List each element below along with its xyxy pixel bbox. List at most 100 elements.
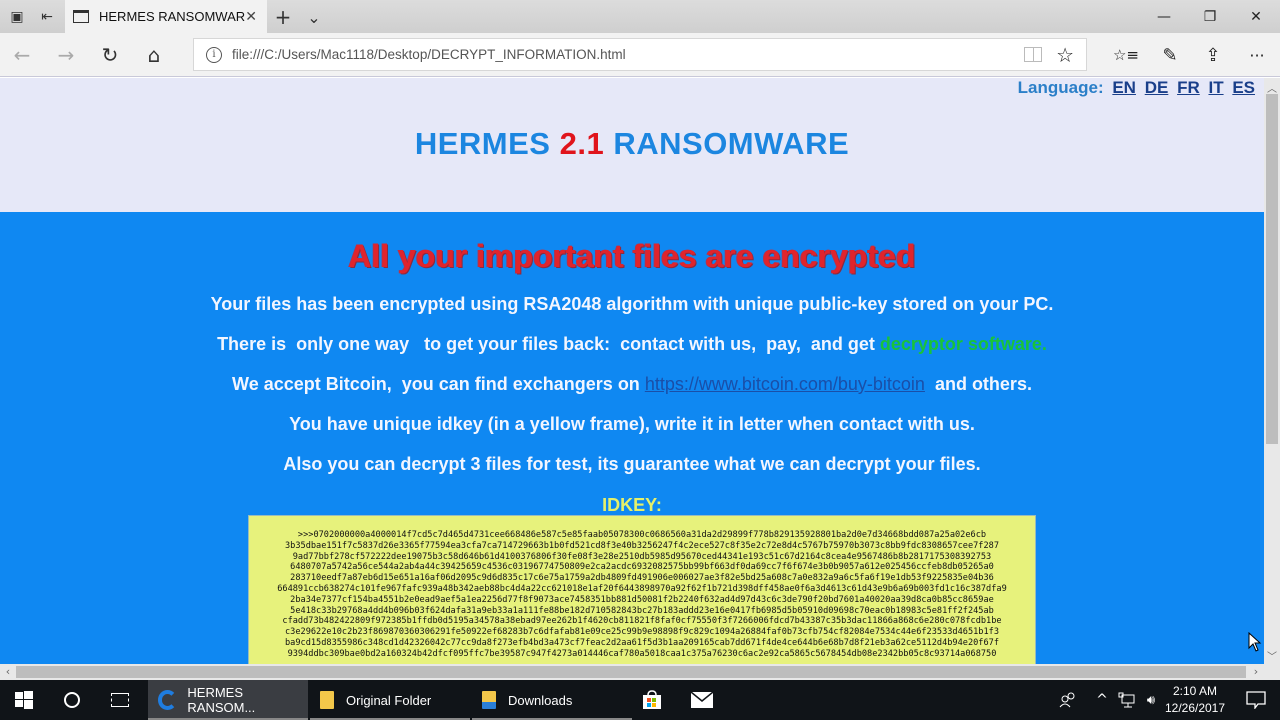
favorites-hub-icon[interactable]: ☆≡: [1111, 42, 1141, 68]
taskbar-app-edge[interactable]: HERMES RANSOM...: [148, 680, 308, 720]
volume-icon[interactable]: 🔊︎: [1140, 680, 1162, 720]
message-line-3: We accept Bitcoin, you can find exchange…: [0, 374, 1264, 395]
idkey-line: 9ad77bbf278cf572222dee19075b3c58d646b61d…: [292, 551, 992, 562]
message-line-2: There is only one way to get your files …: [0, 334, 1264, 355]
taskbar-app-label: Original Folder: [346, 692, 432, 708]
brand-suffix: RANSOMWARE: [613, 126, 850, 161]
taskbar-store[interactable]: [632, 680, 672, 720]
people-glyph: [1059, 692, 1075, 708]
windows-taskbar: HERMES RANSOM... Original Folder Downloa…: [0, 680, 1280, 720]
language-it-link[interactable]: IT: [1208, 78, 1223, 97]
vertical-scroll-thumb[interactable]: [1266, 94, 1278, 444]
action-center-button[interactable]: [1236, 680, 1276, 720]
taskbar-app-downloads[interactable]: Downloads: [472, 680, 632, 720]
web-note-icon[interactable]: ✎: [1155, 42, 1185, 68]
windows-logo-icon: [15, 691, 33, 709]
scroll-up-arrow-icon[interactable]: ︿: [1264, 80, 1280, 95]
taskbar-app-original-folder[interactable]: Original Folder: [310, 680, 470, 720]
reading-view-icon[interactable]: [1024, 47, 1043, 62]
back-button[interactable]: ←: [8, 42, 36, 68]
show-hidden-icons-chevron[interactable]: ^: [1092, 680, 1112, 720]
message-line-3-tail: and others.: [924, 374, 1032, 394]
clock-date: 12/26/2017: [1164, 701, 1226, 715]
close-window-button[interactable]: ✕: [1233, 4, 1279, 30]
ransomware-title: HERMES 2.1 RANSOMWARE: [0, 126, 1264, 162]
address-bar[interactable]: i file:///C:/Users/Mac1118/Desktop/DECRY…: [193, 38, 1087, 71]
network-glyph: [1118, 692, 1135, 708]
ransom-message-panel: All your important files are encrypted Y…: [0, 212, 1264, 664]
minimize-button[interactable]: —: [1141, 4, 1187, 30]
start-button[interactable]: [0, 680, 48, 720]
vertical-scrollbar[interactable]: ︿ ﹀: [1264, 78, 1280, 664]
idkey-line: ba9cd15d8355986c348cd1d42326042c77cc9da8…: [285, 637, 999, 648]
idkey-line: 9394ddbc309bae0bd2a160324b42dfcf095ffc7b…: [287, 648, 997, 659]
tab-list-chevron-icon[interactable]: ⌄: [303, 6, 325, 28]
cortana-circle-icon: [64, 692, 80, 708]
clock-time: 2:10 AM: [1172, 684, 1218, 698]
restore-button[interactable]: ❐: [1187, 4, 1233, 30]
ransom-header: Language: EN DE FR IT ES HERMES 2.1 RANS…: [0, 78, 1264, 212]
message-line-1: Your files has been encrypted using RSA2…: [210, 294, 1054, 314]
message-line-4: You have unique idkey (in a yellow frame…: [289, 414, 975, 434]
forward-button[interactable]: →: [52, 42, 80, 68]
folder-icon: [320, 691, 334, 709]
address-url[interactable]: file:///C:/Users/Mac1118/Desktop/DECRYPT…: [232, 47, 1024, 62]
language-label: Language:: [1017, 78, 1104, 97]
task-view-icon: [111, 693, 129, 707]
people-icon[interactable]: [1056, 680, 1080, 720]
set-aside-tabs-icon[interactable]: ⇤: [36, 6, 58, 28]
task-view-button[interactable]: [96, 680, 144, 720]
idkey-line: 2ba34e7377cf154ba4551b2e0ead9aef5a1ea225…: [290, 594, 994, 605]
message-line-3-text: We accept Bitcoin, you can find exchange…: [232, 374, 645, 394]
idkey-label: IDKEY:: [602, 495, 662, 515]
favorite-star-icon[interactable]: ☆: [1056, 43, 1074, 67]
language-de-link[interactable]: DE: [1145, 78, 1169, 97]
downloads-folder-icon: [482, 691, 496, 709]
decryptor-software-text: decryptor software.: [879, 334, 1047, 354]
brand-version: 2.1: [559, 126, 605, 161]
scroll-right-arrow-icon[interactable]: ›: [1248, 664, 1264, 680]
new-tab-button[interactable]: +: [272, 5, 294, 29]
taskbar-mail[interactable]: [682, 680, 722, 720]
bitcoin-exchange-link[interactable]: https://www.bitcoin.com/buy-bitcoin: [645, 374, 925, 394]
idkey-line: >>>0702000000a4000014f7cd5c7d465d4731cee…: [297, 530, 987, 540]
horizontal-scroll-thumb[interactable]: [16, 666, 1246, 678]
idkey-line: 6480707a5742a56ce544a2ab4a44c39425659c45…: [290, 562, 994, 573]
taskbar-app-label: Downloads: [508, 692, 573, 708]
scroll-down-arrow-icon[interactable]: ﹀: [1264, 648, 1280, 663]
language-es-link[interactable]: ES: [1232, 78, 1255, 97]
idkey-line: 5e418c33b29768a4dd4b096b03f624dafa31a9eb…: [290, 605, 994, 616]
language-en-link[interactable]: EN: [1112, 78, 1136, 97]
home-button[interactable]: ⌂: [140, 42, 168, 68]
idkey-line: 3b35dbae151f7c5837d26e3365f77594ea3cfa7c…: [285, 540, 999, 551]
more-menu-icon[interactable]: ···: [1242, 42, 1272, 68]
message-line-2-text: There is only one way to get your files …: [217, 334, 880, 354]
horizontal-scrollbar[interactable]: ‹ ›: [0, 664, 1264, 680]
page-viewport: Language: EN DE FR IT ES HERMES 2.1 RANS…: [0, 78, 1264, 664]
language-selector: Language: EN DE FR IT ES: [1018, 78, 1255, 98]
brand-name: HERMES: [414, 126, 551, 161]
cortana-button[interactable]: [48, 680, 96, 720]
scroll-left-arrow-icon[interactable]: ‹: [0, 664, 16, 680]
scrollbar-corner: [1264, 664, 1280, 680]
system-clock[interactable]: 2:10 AM 12/26/2017: [1164, 683, 1226, 717]
site-info-icon[interactable]: i: [206, 46, 222, 63]
tab-preview-icon[interactable]: ▣: [6, 6, 28, 28]
tab-hermes-ransomware[interactable]: HERMES RANSOMWAR ✕: [65, 0, 267, 33]
idkey-line: 283710eedf7a87eb6d15e651a16af06d2095c9d6…: [290, 573, 994, 584]
notification-icon: [1246, 691, 1266, 709]
headline: All your important files are encrypted: [348, 238, 916, 274]
share-icon[interactable]: ⇪: [1198, 42, 1228, 68]
network-icon[interactable]: [1116, 680, 1138, 720]
language-fr-link[interactable]: FR: [1177, 78, 1200, 97]
idkey-line: 664891ccb638274c101fe967fafc939a48b342ae…: [277, 583, 1007, 594]
edge-icon: [158, 690, 178, 710]
tab-title: HERMES RANSOMWAR: [99, 9, 246, 24]
idkey-frame[interactable]: >>>0702000000a4000014f7cd5c7d465d4731cee…: [248, 515, 1036, 664]
tab-close-icon[interactable]: ✕: [245, 9, 257, 25]
store-bag-icon: [643, 690, 661, 709]
taskbar-app-label: HERMES RANSOM...: [187, 685, 256, 715]
mail-envelope-icon: [691, 692, 713, 708]
browser-nav-bar: ← → ↻ ⌂ i file:///C:/Users/Mac1118/Deskt…: [0, 33, 1280, 77]
refresh-button[interactable]: ↻: [96, 42, 124, 68]
